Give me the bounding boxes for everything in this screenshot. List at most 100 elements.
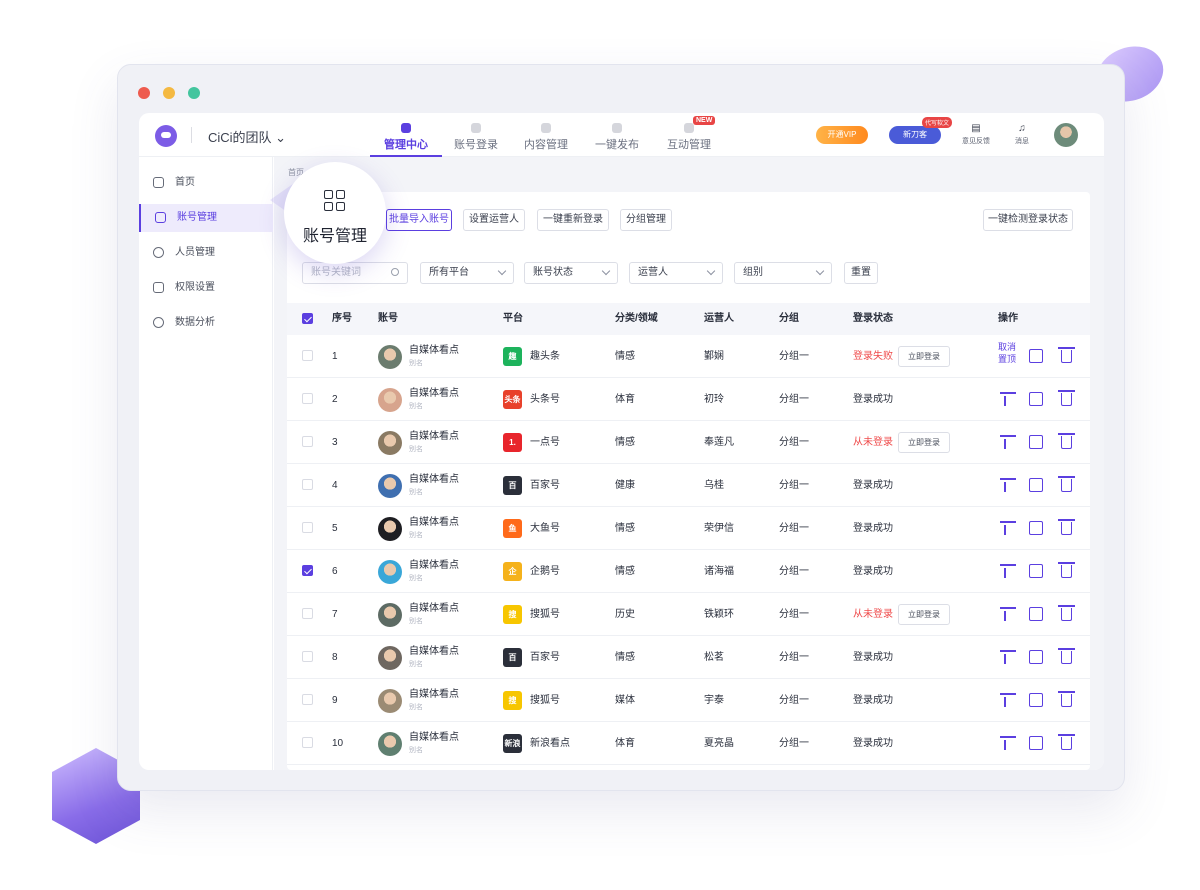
account-name[interactable]: 自媒体看点 [409,689,459,701]
row-checkbox[interactable] [302,350,313,361]
account-name[interactable]: 自媒体看点 [409,431,459,443]
unpin-link[interactable]: 取消置顶 [998,341,1022,365]
nav-tab-management-center[interactable]: 管理中心 [370,113,442,157]
row-checkbox[interactable] [302,522,313,533]
delete-icon[interactable] [1058,347,1075,363]
pin-top-icon[interactable] [1000,648,1018,666]
edit-icon[interactable] [1029,392,1043,406]
set-operator-button[interactable]: 设置运营人 [463,209,525,231]
edit-icon[interactable] [1029,349,1043,363]
account-alias: 别名 [409,575,423,582]
edit-icon[interactable] [1029,564,1043,578]
select-all-checkbox[interactable] [302,313,313,324]
pin-top-icon[interactable] [1000,562,1018,580]
delete-icon[interactable] [1058,476,1075,492]
window-maximize-dot[interactable] [188,87,200,99]
account-name[interactable]: 自媒体看点 [409,646,459,658]
vip-button[interactable]: 开通VIP [816,126,868,144]
relogin-button[interactable]: 立即登录 [898,604,950,625]
feedback-button[interactable]: ▤ 意见反馈 [962,123,990,146]
row-checkbox[interactable] [302,393,313,404]
header-divider [191,127,192,143]
nav-tab-content[interactable]: 内容管理 [510,113,582,157]
row-checkbox[interactable] [302,737,313,748]
check-login-status-button[interactable]: 一键检测登录状态 [983,209,1073,231]
account-avatar [378,732,402,756]
delete-icon[interactable] [1058,605,1075,621]
edit-icon[interactable] [1029,521,1043,535]
row-checkbox[interactable] [302,608,313,619]
sidebar-item-staff[interactable]: 人员管理 [139,239,273,267]
pin-top-icon[interactable] [1000,390,1018,408]
table-header: 序号 账号 平台 分类/领域 运营人 分组 登录状态 操作 [287,303,1090,335]
delete-icon[interactable] [1058,562,1075,578]
account-name[interactable]: 自媒体看点 [409,517,459,529]
group-manage-button[interactable]: 分组管理 [620,209,672,231]
sidebar-item-analytics[interactable]: 数据分析 [139,309,273,337]
relogin-button[interactable]: 立即登录 [898,432,950,453]
app-logo-icon [155,125,177,147]
pin-top-icon[interactable] [1000,476,1018,494]
status-select[interactable]: 账号状态 [524,262,618,284]
account-alias: 别名 [409,403,423,410]
edit-icon[interactable] [1029,607,1043,621]
login-status: 登录成功 [853,566,893,577]
relogin-all-button[interactable]: 一键重新登录 [537,209,609,231]
delete-icon[interactable] [1058,691,1075,707]
nav-tab-publish[interactable]: 一键发布 [581,113,653,157]
account-name[interactable]: 自媒体看点 [409,388,459,400]
account-name[interactable]: 自媒体看点 [409,345,459,357]
chart-pie-icon [153,317,164,328]
relogin-button[interactable]: 立即登录 [898,346,950,367]
nav-tab-interaction[interactable]: 互动管理 NEW [653,113,725,157]
keyword-search-input[interactable]: 账号关键词 [302,262,408,284]
batch-import-button[interactable]: 批量导入账号 [386,209,452,231]
management-icon [401,123,411,133]
delete-icon[interactable] [1058,390,1075,406]
row-checkbox[interactable] [302,694,313,705]
operator-select[interactable]: 运营人 [629,262,723,284]
team-switcher[interactable]: CiCi的团队 ⌄ [208,127,286,146]
account-name[interactable]: 自媒体看点 [409,732,459,744]
row-checkbox[interactable] [302,651,313,662]
reset-button[interactable]: 重置 [844,262,878,284]
pin-top-icon[interactable] [1000,433,1018,451]
edit-icon[interactable] [1029,693,1043,707]
window-minimize-dot[interactable] [163,87,175,99]
ai-writer-button[interactable]: 新刀客 [889,126,941,144]
sidebar-item-account-management[interactable]: 账号管理 [139,204,273,232]
account-name[interactable]: 自媒体看点 [409,474,459,486]
account-name[interactable]: 自媒体看点 [409,560,459,572]
edit-icon[interactable] [1029,435,1043,449]
delete-icon[interactable] [1058,734,1075,750]
account-alias: 别名 [409,360,423,367]
window-close-dot[interactable] [138,87,150,99]
sidebar-item-label: 账号管理 [177,212,217,223]
delete-icon[interactable] [1058,519,1075,535]
sidebar-item-permissions[interactable]: 权限设置 [139,274,273,302]
sidebar-item-label: 人员管理 [175,247,215,258]
header-operator: 运营人 [704,313,734,324]
row-checkbox[interactable] [302,436,313,447]
message-button[interactable]: ♫ 消息 [1015,123,1029,146]
table-row: 8 自媒体看点 别名 百百家号 情感 松茗 分组一 登录成功 [287,636,1090,679]
pin-top-icon[interactable] [1000,605,1018,623]
pin-top-icon[interactable] [1000,691,1018,709]
sidebar-item-home[interactable]: 首页 [139,169,273,197]
edit-icon[interactable] [1029,478,1043,492]
user-avatar[interactable] [1054,123,1078,147]
edit-icon[interactable] [1029,736,1043,750]
row-checkbox[interactable] [302,565,313,576]
platform-select[interactable]: 所有平台 [420,262,514,284]
sidebar-item-label: 首页 [175,177,195,188]
account-name[interactable]: 自媒体看点 [409,603,459,615]
delete-icon[interactable] [1058,648,1075,664]
pin-top-icon[interactable] [1000,734,1018,752]
nav-tab-account-login[interactable]: 账号登录 [440,113,512,157]
pin-top-icon[interactable] [1000,519,1018,537]
account-avatar [378,689,402,713]
row-checkbox[interactable] [302,479,313,490]
edit-icon[interactable] [1029,650,1043,664]
group-select[interactable]: 组别 [734,262,832,284]
delete-icon[interactable] [1058,433,1075,449]
